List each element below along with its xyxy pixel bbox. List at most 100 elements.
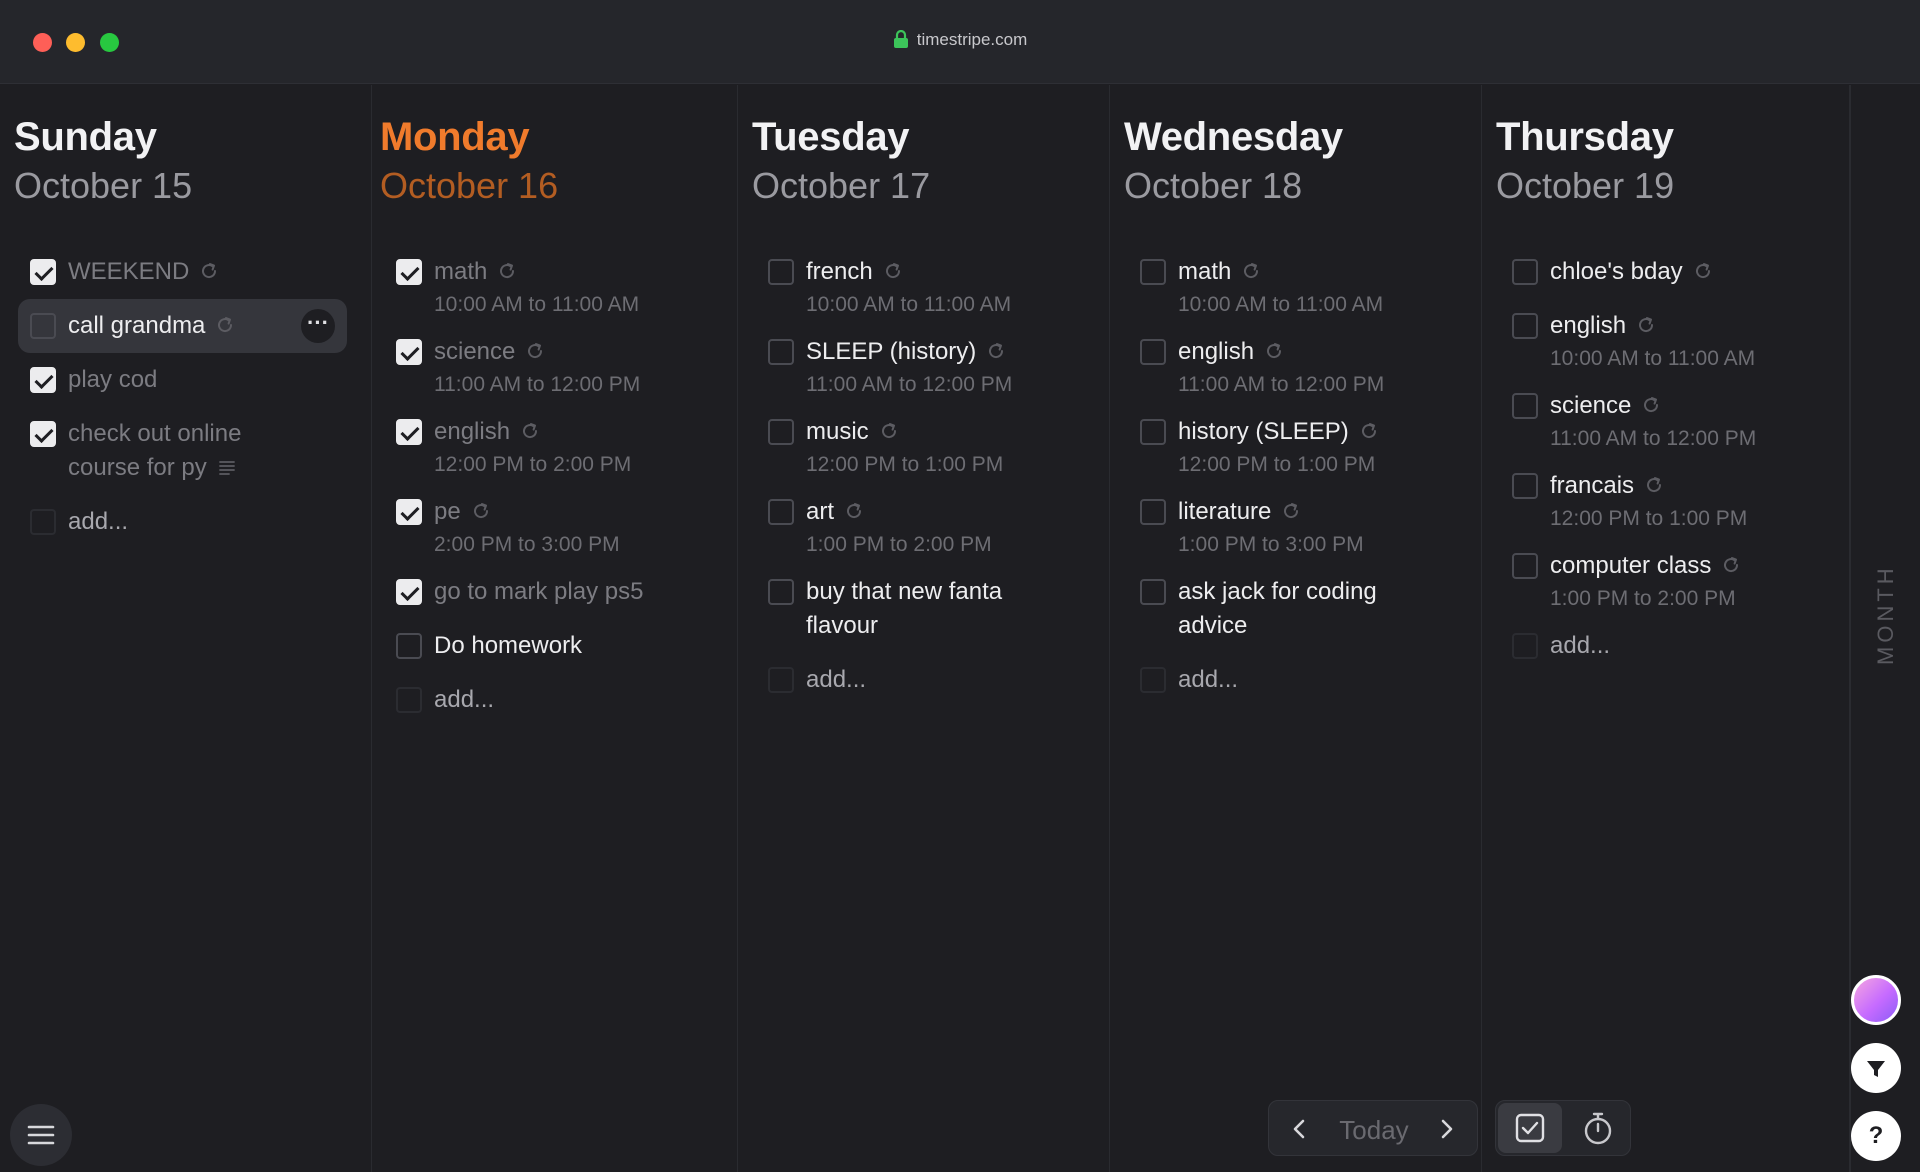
task-label-line[interactable]: flavour xyxy=(806,612,878,639)
task-checkbox[interactable] xyxy=(1140,579,1166,605)
task-checkbox[interactable] xyxy=(396,633,422,659)
add-task-row[interactable]: add... xyxy=(1110,653,1481,707)
task-label-line[interactable]: buy that new fanta xyxy=(806,578,1002,605)
task-item[interactable]: go to mark play ps5 xyxy=(366,565,737,619)
task-label[interactable]: chloe's bday xyxy=(1550,258,1683,285)
task-checkbox[interactable] xyxy=(1140,259,1166,285)
task-item[interactable]: call grandma ··· xyxy=(18,299,347,353)
day-name[interactable]: Sunday xyxy=(14,115,157,160)
task-item[interactable]: buy that new fanta flavour xyxy=(738,565,1109,653)
task-item[interactable]: ask jack for coding advice xyxy=(1110,565,1481,653)
day-name[interactable]: Monday xyxy=(380,115,530,160)
next-button[interactable] xyxy=(1431,1113,1463,1145)
task-checkbox[interactable] xyxy=(768,499,794,525)
task-label[interactable]: french xyxy=(806,258,873,285)
task-label[interactable]: play cod xyxy=(68,366,157,393)
task-label[interactable]: math xyxy=(1178,258,1231,285)
task-checkbox[interactable] xyxy=(30,367,56,393)
task-checkbox[interactable] xyxy=(1140,419,1166,445)
task-label[interactable]: history (SLEEP) xyxy=(1178,418,1349,445)
task-checkbox[interactable] xyxy=(768,259,794,285)
task-label-line[interactable]: advice xyxy=(1178,612,1247,639)
task-item[interactable]: WEEKEND xyxy=(0,245,371,299)
task-label-line[interactable]: ask jack for coding xyxy=(1178,578,1377,605)
task-label[interactable]: SLEEP (history) xyxy=(806,338,976,365)
task-item[interactable]: play cod xyxy=(0,353,371,407)
task-item[interactable]: science 11:00 AM to 12:00 PM xyxy=(366,325,737,405)
task-label[interactable]: literature xyxy=(1178,498,1271,525)
task-checkbox[interactable] xyxy=(1140,339,1166,365)
task-label[interactable]: english xyxy=(434,418,510,445)
task-label[interactable]: pe xyxy=(434,498,461,525)
task-item[interactable]: math 10:00 AM to 11:00 AM xyxy=(1110,245,1481,325)
help-button[interactable]: ? xyxy=(1851,1111,1901,1161)
task-label[interactable]: go to mark play ps5 xyxy=(434,578,643,605)
add-task-row[interactable]: add... xyxy=(1482,619,1849,673)
task-label[interactable]: call grandma xyxy=(68,312,205,339)
task-checkbox[interactable] xyxy=(30,421,56,447)
task-item[interactable]: english 11:00 AM to 12:00 PM xyxy=(1110,325,1481,405)
task-checkbox[interactable] xyxy=(1512,553,1538,579)
add-task-input[interactable]: add... xyxy=(68,508,128,535)
user-avatar[interactable] xyxy=(1851,975,1901,1025)
task-checkbox[interactable] xyxy=(768,419,794,445)
day-name[interactable]: Wednesday xyxy=(1124,115,1343,160)
add-task-input[interactable]: add... xyxy=(1550,632,1610,659)
task-label[interactable]: computer class xyxy=(1550,552,1711,579)
task-checkbox[interactable] xyxy=(1512,473,1538,499)
tasks-mode-button[interactable] xyxy=(1498,1103,1562,1153)
task-item[interactable]: literature 1:00 PM to 3:00 PM xyxy=(1110,485,1481,565)
timer-mode-button[interactable] xyxy=(1566,1103,1630,1153)
task-checkbox[interactable] xyxy=(30,259,56,285)
task-checkbox[interactable] xyxy=(30,313,56,339)
day-name[interactable]: Tuesday xyxy=(752,115,910,160)
task-item[interactable]: art 1:00 PM to 2:00 PM xyxy=(738,485,1109,565)
task-label[interactable]: art xyxy=(806,498,834,525)
add-task-row[interactable]: add... xyxy=(738,653,1109,707)
task-item[interactable]: french 10:00 AM to 11:00 AM xyxy=(738,245,1109,325)
day-name[interactable]: Thursday xyxy=(1496,115,1674,160)
task-item[interactable]: english 10:00 AM to 11:00 AM xyxy=(1482,299,1849,379)
task-label-line[interactable]: course for py xyxy=(68,454,207,481)
task-checkbox[interactable] xyxy=(1140,499,1166,525)
task-item[interactable]: check out online course for py xyxy=(0,407,371,495)
task-label[interactable]: Do homework xyxy=(434,632,582,659)
task-item[interactable]: SLEEP (history) 11:00 AM to 12:00 PM xyxy=(738,325,1109,405)
main-menu-button[interactable] xyxy=(10,1104,72,1166)
task-item[interactable]: music 12:00 PM to 1:00 PM xyxy=(738,405,1109,485)
task-checkbox[interactable] xyxy=(396,339,422,365)
filter-button[interactable] xyxy=(1851,1043,1901,1093)
task-label[interactable]: francais xyxy=(1550,472,1634,499)
task-checkbox[interactable] xyxy=(1512,393,1538,419)
task-label[interactable]: WEEKEND xyxy=(68,258,189,285)
task-label[interactable]: science xyxy=(1550,392,1631,419)
task-checkbox[interactable] xyxy=(768,339,794,365)
task-item[interactable]: math 10:00 AM to 11:00 AM xyxy=(366,245,737,325)
task-label[interactable]: english xyxy=(1178,338,1254,365)
add-task-row[interactable]: add... xyxy=(366,673,737,727)
task-label[interactable]: english xyxy=(1550,312,1626,339)
add-task-input[interactable]: add... xyxy=(434,686,494,713)
task-item[interactable]: chloe's bday xyxy=(1482,245,1849,299)
address-bar[interactable]: timestripe.com xyxy=(0,29,1920,53)
add-task-row[interactable]: add... xyxy=(0,495,371,549)
task-checkbox[interactable] xyxy=(396,259,422,285)
more-options-button[interactable]: ··· xyxy=(301,309,335,343)
task-item[interactable]: francais 12:00 PM to 1:00 PM xyxy=(1482,459,1849,539)
task-checkbox[interactable] xyxy=(396,499,422,525)
task-label[interactable]: science xyxy=(434,338,515,365)
task-item[interactable]: Do homework xyxy=(366,619,737,673)
task-item[interactable]: computer class 1:00 PM to 2:00 PM xyxy=(1482,539,1849,619)
task-item[interactable]: pe 2:00 PM to 3:00 PM xyxy=(366,485,737,565)
task-checkbox[interactable] xyxy=(396,419,422,445)
task-checkbox[interactable] xyxy=(396,579,422,605)
task-item[interactable]: english 12:00 PM to 2:00 PM xyxy=(366,405,737,485)
task-checkbox[interactable] xyxy=(1512,259,1538,285)
add-task-input[interactable]: add... xyxy=(1178,666,1238,693)
task-item[interactable]: science 11:00 AM to 12:00 PM xyxy=(1482,379,1849,459)
task-label[interactable]: math xyxy=(434,258,487,285)
add-task-input[interactable]: add... xyxy=(806,666,866,693)
task-item[interactable]: history (SLEEP) 12:00 PM to 1:00 PM xyxy=(1110,405,1481,485)
task-checkbox[interactable] xyxy=(1512,313,1538,339)
task-label-line[interactable]: check out online xyxy=(68,420,241,447)
